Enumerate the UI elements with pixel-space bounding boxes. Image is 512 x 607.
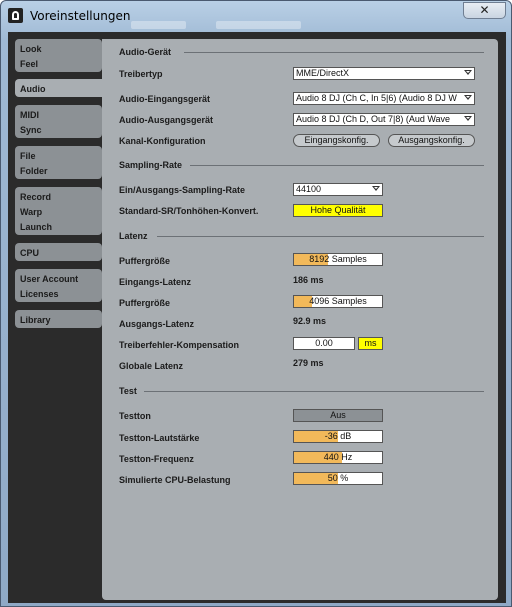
driver-type-dropdown[interactable]: MME/DirectX xyxy=(293,67,475,80)
default-conversion-quality[interactable]: Hohe Qualität xyxy=(293,204,383,217)
tab-label: User Account xyxy=(20,274,79,284)
section-heading-audio-device: Audio-Gerät xyxy=(119,47,172,57)
output-latency-value: 92.9 ms xyxy=(293,316,327,326)
input-device-label: Audio-Eingangsgerät xyxy=(119,94,211,104)
chevron-down-icon xyxy=(464,116,472,121)
overall-latency-value: 279 ms xyxy=(293,358,324,368)
input-device-dropdown[interactable]: Audio 8 DJ (Ch C, In 5|6) (Audio 8 DJ W xyxy=(293,92,475,105)
tab-label: Library xyxy=(20,315,51,325)
audio-settings-panel: Audio-Gerät Treibertyp MME/DirectX Audio… xyxy=(102,39,498,600)
simulated-cpu-load-value: 50 % xyxy=(327,473,349,483)
section-heading-test: Test xyxy=(119,386,137,396)
default-conversion-label: Standard-SR/Tonhöhen-Konvert. xyxy=(119,206,259,216)
input-config-button[interactable]: Eingangskonfig. xyxy=(293,134,380,147)
test-tone-frequency-slider[interactable]: 440 Hz xyxy=(293,451,383,464)
close-button[interactable]: ✕ xyxy=(463,2,506,19)
test-tone-frequency-value: 440 Hz xyxy=(323,452,353,462)
buffer-size-input-field[interactable]: 8192 Samples xyxy=(293,253,383,266)
driver-error-compensation-field[interactable]: 0.00 xyxy=(293,337,355,350)
test-tone-volume-slider[interactable]: -36 dB xyxy=(293,430,383,443)
test-tone-frequency-label: Testton-Frequenz xyxy=(119,454,194,464)
buffer-size-output-value: 4096 Samples xyxy=(309,296,367,306)
section-heading-latency: Latenz xyxy=(119,231,148,241)
ableton-app-icon xyxy=(8,8,23,23)
io-sample-rate-value: 44100 xyxy=(296,184,322,194)
tab-look-feel[interactable]: Look Feel xyxy=(15,39,102,72)
buffer-size-output-label: Puffergröße xyxy=(119,298,171,308)
tab-label: Audio xyxy=(20,84,46,94)
background-blur-decoration xyxy=(131,21,186,29)
tab-file-folder[interactable]: File Folder xyxy=(15,146,102,179)
driver-error-compensation-unit[interactable]: ms xyxy=(358,337,383,350)
tab-library[interactable]: Library xyxy=(15,310,102,328)
section-divider xyxy=(144,391,484,392)
tab-label: Look xyxy=(20,44,42,54)
test-tone-label: Testton xyxy=(119,411,151,421)
section-divider xyxy=(184,52,484,53)
output-latency-label: Ausgangs-Latenz xyxy=(119,319,195,329)
input-latency-label: Eingangs-Latenz xyxy=(119,277,192,287)
tab-label: Launch xyxy=(20,222,53,232)
tab-label: Sync xyxy=(20,125,42,135)
input-latency-value: 186 ms xyxy=(293,275,324,285)
driver-type-value: MME/DirectX xyxy=(296,68,350,78)
chevron-down-icon xyxy=(372,186,380,191)
test-tone-volume-value: -36 dB xyxy=(324,431,352,441)
tab-label: Record xyxy=(20,192,52,202)
title-bar[interactable]: Voreinstellungen ✕ xyxy=(1,1,511,31)
tab-user-account-licenses[interactable]: User Account Licenses xyxy=(15,269,102,302)
buffer-size-input-value: 8192 Samples xyxy=(309,254,367,264)
tab-record-warp-launch[interactable]: Record Warp Launch xyxy=(15,187,102,235)
window-title: Voreinstellungen xyxy=(30,9,131,23)
tab-cpu[interactable]: CPU xyxy=(15,243,102,261)
output-config-button[interactable]: Ausgangskonfig. xyxy=(388,134,475,147)
buffer-size-output-field[interactable]: 4096 Samples xyxy=(293,295,383,308)
simulated-cpu-load-slider[interactable]: 50 % xyxy=(293,472,383,485)
background-blur-decoration xyxy=(216,21,301,29)
tab-midi-sync[interactable]: MIDI Sync xyxy=(15,105,102,138)
section-heading-sampling-rate: Sampling-Rate xyxy=(119,160,183,170)
io-sample-rate-dropdown[interactable]: 44100 xyxy=(293,183,383,196)
tab-label: Warp xyxy=(20,207,43,217)
overall-latency-label: Globale Latenz xyxy=(119,361,184,371)
output-device-dropdown[interactable]: Audio 8 DJ (Ch D, Out 7|8) (Aud Wave xyxy=(293,113,475,126)
driver-error-compensation-label: Treiberfehler-Kompensation xyxy=(119,340,240,350)
buffer-size-input-label: Puffergröße xyxy=(119,256,171,266)
output-device-value: Audio 8 DJ (Ch D, Out 7|8) (Aud Wave xyxy=(296,114,451,124)
tab-label: CPU xyxy=(20,248,40,258)
preferences-window: Voreinstellungen ✕ Look Feel Audio MIDI … xyxy=(0,0,512,607)
tab-label: Licenses xyxy=(20,289,59,299)
simulated-cpu-load-label: Simulierte CPU-Belastung xyxy=(119,475,231,485)
section-divider xyxy=(157,236,484,237)
tab-label: File xyxy=(20,151,36,161)
tab-label: Feel xyxy=(20,59,39,69)
io-sample-rate-label: Ein/Ausgangs-Sampling-Rate xyxy=(119,185,246,195)
tab-audio[interactable]: Audio xyxy=(15,79,109,97)
tab-label: Folder xyxy=(20,166,48,176)
chevron-down-icon xyxy=(464,70,472,75)
channel-config-label: Kanal-Konfiguration xyxy=(119,136,206,146)
output-device-label: Audio-Ausgangsgerät xyxy=(119,115,214,125)
chevron-down-icon xyxy=(464,95,472,100)
test-tone-volume-label: Testton-Lautstärke xyxy=(119,433,200,443)
input-device-value: Audio 8 DJ (Ch C, In 5|6) (Audio 8 DJ W xyxy=(296,93,457,103)
preferences-content: Look Feel Audio MIDI Sync File Folder Re… xyxy=(8,32,506,603)
driver-type-label: Treibertyp xyxy=(119,69,163,79)
test-tone-toggle[interactable]: Aus xyxy=(293,409,383,422)
section-divider xyxy=(190,165,484,166)
tab-label: MIDI xyxy=(20,110,39,120)
